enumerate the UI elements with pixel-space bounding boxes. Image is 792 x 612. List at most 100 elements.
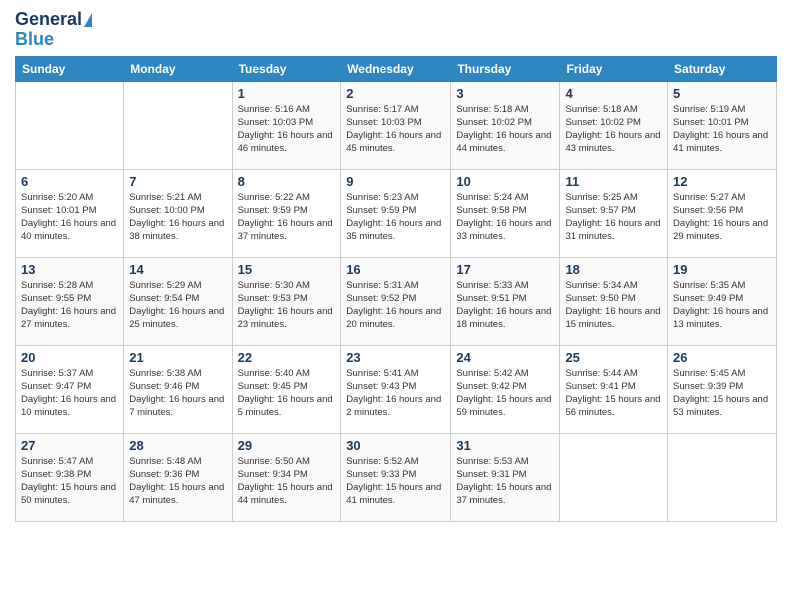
calendar-week-row: 13 Sunrise: 5:28 AMSunset: 9:55 PMDayligh… — [16, 257, 777, 345]
day-info: Sunrise: 5:42 AMSunset: 9:42 PMDaylight:… — [456, 367, 554, 420]
calendar-cell: 20 Sunrise: 5:37 AMSunset: 9:47 PMDayligh… — [16, 345, 124, 433]
day-number: 11 — [565, 174, 662, 189]
calendar-cell: 19 Sunrise: 5:35 AMSunset: 9:49 PMDayligh… — [668, 257, 777, 345]
calendar-header: SundayMondayTuesdayWednesdayThursdayFrid… — [16, 56, 777, 81]
day-number: 12 — [673, 174, 771, 189]
day-number: 24 — [456, 350, 554, 365]
logo: General Blue — [15, 10, 92, 50]
day-info: Sunrise: 5:45 AMSunset: 9:39 PMDaylight:… — [673, 367, 771, 420]
calendar-cell: 21 Sunrise: 5:38 AMSunset: 9:46 PMDayligh… — [124, 345, 232, 433]
day-number: 25 — [565, 350, 662, 365]
day-number: 4 — [565, 86, 662, 101]
day-info: Sunrise: 5:34 AMSunset: 9:50 PMDaylight:… — [565, 279, 662, 332]
calendar-cell: 28 Sunrise: 5:48 AMSunset: 9:36 PMDayligh… — [124, 433, 232, 521]
weekday-header: Sunday — [16, 56, 124, 81]
calendar-cell: 25Sunrise: 5:44 AMSunset: 9:41 PMDayligh… — [560, 345, 668, 433]
calendar-cell: 16 Sunrise: 5:31 AMSunset: 9:52 PMDayligh… — [341, 257, 451, 345]
day-info: Sunrise: 5:40 AMSunset: 9:45 PMDaylight:… — [238, 367, 336, 420]
day-info: Sunrise: 5:53 AMSunset: 9:31 PMDaylight:… — [456, 455, 554, 508]
day-number: 13 — [21, 262, 118, 277]
calendar-cell: 23 Sunrise: 5:41 AMSunset: 9:43 PMDayligh… — [341, 345, 451, 433]
calendar-cell: 15 Sunrise: 5:30 AMSunset: 9:53 PMDayligh… — [232, 257, 341, 345]
calendar-cell — [16, 81, 124, 169]
calendar-cell: 7Sunrise: 5:21 AMSunset: 10:00 PMDayligh… — [124, 169, 232, 257]
calendar-week-row: 1 Sunrise: 5:16 AMSunset: 10:03 PMDayligh… — [16, 81, 777, 169]
day-number: 28 — [129, 438, 226, 453]
day-number: 30 — [346, 438, 445, 453]
day-number: 1 — [238, 86, 336, 101]
day-info: Sunrise: 5:33 AMSunset: 9:51 PMDaylight:… — [456, 279, 554, 332]
calendar-cell: 14 Sunrise: 5:29 AMSunset: 9:54 PMDayligh… — [124, 257, 232, 345]
day-number: 14 — [129, 262, 226, 277]
calendar-cell: 1 Sunrise: 5:16 AMSunset: 10:03 PMDayligh… — [232, 81, 341, 169]
calendar-cell: 6Sunrise: 5:20 AMSunset: 10:01 PMDayligh… — [16, 169, 124, 257]
day-number: 5 — [673, 86, 771, 101]
day-number: 27 — [21, 438, 118, 453]
day-info: Sunrise: 5:19 AMSunset: 10:01 PMDaylight… — [673, 103, 771, 156]
weekday-row: SundayMondayTuesdayWednesdayThursdayFrid… — [16, 56, 777, 81]
day-info: Sunrise: 5:25 AMSunset: 9:57 PMDaylight:… — [565, 191, 662, 244]
day-number: 19 — [673, 262, 771, 277]
calendar-cell: 29 Sunrise: 5:50 AMSunset: 9:34 PMDayligh… — [232, 433, 341, 521]
day-number: 16 — [346, 262, 445, 277]
day-info: Sunrise: 5:41 AMSunset: 9:43 PMDaylight:… — [346, 367, 445, 420]
calendar-cell: 22 Sunrise: 5:40 AMSunset: 9:45 PMDayligh… — [232, 345, 341, 433]
day-number: 26 — [673, 350, 771, 365]
day-info: Sunrise: 5:21 AMSunset: 10:00 PMDaylight… — [129, 191, 226, 244]
calendar-cell: 31Sunrise: 5:53 AMSunset: 9:31 PMDayligh… — [451, 433, 560, 521]
day-number: 23 — [346, 350, 445, 365]
weekday-header: Friday — [560, 56, 668, 81]
calendar-cell — [668, 433, 777, 521]
day-info: Sunrise: 5:20 AMSunset: 10:01 PMDaylight… — [21, 191, 118, 244]
logo-text-general: General — [15, 10, 82, 30]
day-number: 3 — [456, 86, 554, 101]
calendar-cell: 17 Sunrise: 5:33 AMSunset: 9:51 PMDayligh… — [451, 257, 560, 345]
day-number: 21 — [129, 350, 226, 365]
day-info: Sunrise: 5:52 AMSunset: 9:33 PMDaylight:… — [346, 455, 445, 508]
day-info: Sunrise: 5:50 AMSunset: 9:34 PMDaylight:… — [238, 455, 336, 508]
day-info: Sunrise: 5:35 AMSunset: 9:49 PMDaylight:… — [673, 279, 771, 332]
calendar-cell — [560, 433, 668, 521]
day-number: 29 — [238, 438, 336, 453]
day-info: Sunrise: 5:37 AMSunset: 9:47 PMDaylight:… — [21, 367, 118, 420]
day-info: Sunrise: 5:31 AMSunset: 9:52 PMDaylight:… — [346, 279, 445, 332]
day-info: Sunrise: 5:22 AMSunset: 9:59 PMDaylight:… — [238, 191, 336, 244]
calendar-cell: 30 Sunrise: 5:52 AMSunset: 9:33 PMDayligh… — [341, 433, 451, 521]
calendar-cell: 8 Sunrise: 5:22 AMSunset: 9:59 PMDaylight… — [232, 169, 341, 257]
day-number: 15 — [238, 262, 336, 277]
calendar-week-row: 27 Sunrise: 5:47 AMSunset: 9:38 PMDayligh… — [16, 433, 777, 521]
calendar-cell: 3 Sunrise: 5:18 AMSunset: 10:02 PMDayligh… — [451, 81, 560, 169]
day-number: 20 — [21, 350, 118, 365]
day-info: Sunrise: 5:27 AMSunset: 9:56 PMDaylight:… — [673, 191, 771, 244]
day-info: Sunrise: 5:28 AMSunset: 9:55 PMDaylight:… — [21, 279, 118, 332]
day-info: Sunrise: 5:30 AMSunset: 9:53 PMDaylight:… — [238, 279, 336, 332]
day-info: Sunrise: 5:29 AMSunset: 9:54 PMDaylight:… — [129, 279, 226, 332]
day-info: Sunrise: 5:18 AMSunset: 10:02 PMDaylight… — [565, 103, 662, 156]
weekday-header: Saturday — [668, 56, 777, 81]
day-info: Sunrise: 5:18 AMSunset: 10:02 PMDaylight… — [456, 103, 554, 156]
calendar-cell: 26 Sunrise: 5:45 AMSunset: 9:39 PMDayligh… — [668, 345, 777, 433]
calendar-cell: 12 Sunrise: 5:27 AMSunset: 9:56 PMDayligh… — [668, 169, 777, 257]
day-number: 17 — [456, 262, 554, 277]
weekday-header: Tuesday — [232, 56, 341, 81]
day-number: 22 — [238, 350, 336, 365]
calendar-table: SundayMondayTuesdayWednesdayThursdayFrid… — [15, 56, 777, 522]
day-info: Sunrise: 5:48 AMSunset: 9:36 PMDaylight:… — [129, 455, 226, 508]
calendar-cell: 2 Sunrise: 5:17 AMSunset: 10:03 PMDayligh… — [341, 81, 451, 169]
day-info: Sunrise: 5:38 AMSunset: 9:46 PMDaylight:… — [129, 367, 226, 420]
calendar-cell: 10Sunrise: 5:24 AMSunset: 9:58 PMDayligh… — [451, 169, 560, 257]
calendar-cell: 9Sunrise: 5:23 AMSunset: 9:59 PMDaylight… — [341, 169, 451, 257]
day-info: Sunrise: 5:17 AMSunset: 10:03 PMDaylight… — [346, 103, 445, 156]
day-number: 2 — [346, 86, 445, 101]
calendar-week-row: 6Sunrise: 5:20 AMSunset: 10:01 PMDayligh… — [16, 169, 777, 257]
calendar-cell: 24 Sunrise: 5:42 AMSunset: 9:42 PMDayligh… — [451, 345, 560, 433]
weekday-header: Wednesday — [341, 56, 451, 81]
day-info: Sunrise: 5:47 AMSunset: 9:38 PMDaylight:… — [21, 455, 118, 508]
logo-text-blue: Blue — [15, 30, 54, 50]
calendar-cell: 13 Sunrise: 5:28 AMSunset: 9:55 PMDayligh… — [16, 257, 124, 345]
day-number: 9 — [346, 174, 445, 189]
day-number: 18 — [565, 262, 662, 277]
day-number: 8 — [238, 174, 336, 189]
page: General Blue SundayMondayTuesdayWednesda… — [0, 0, 792, 532]
day-info: Sunrise: 5:16 AMSunset: 10:03 PMDaylight… — [238, 103, 336, 156]
